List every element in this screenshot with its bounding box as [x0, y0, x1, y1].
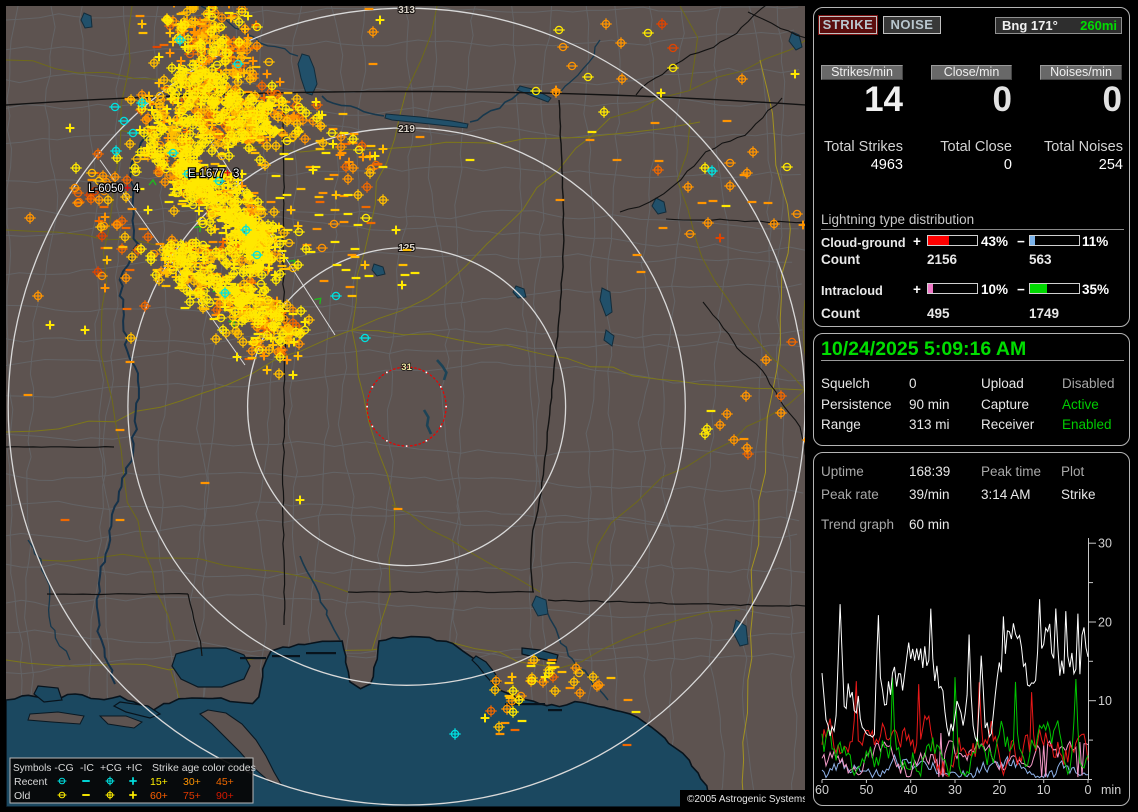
svg-text:20: 20	[992, 783, 1006, 797]
svg-text:40: 40	[904, 783, 918, 797]
svg-text:min: min	[1101, 783, 1121, 797]
svg-text:10: 10	[1098, 694, 1112, 708]
svg-text:60: 60	[815, 783, 829, 797]
svg-text:30: 30	[948, 783, 962, 797]
svg-text:50: 50	[859, 783, 873, 797]
svg-text:0: 0	[1085, 783, 1092, 797]
svg-text:20: 20	[1098, 616, 1112, 630]
svg-text:10: 10	[1037, 783, 1051, 797]
svg-text:30: 30	[1098, 537, 1112, 551]
